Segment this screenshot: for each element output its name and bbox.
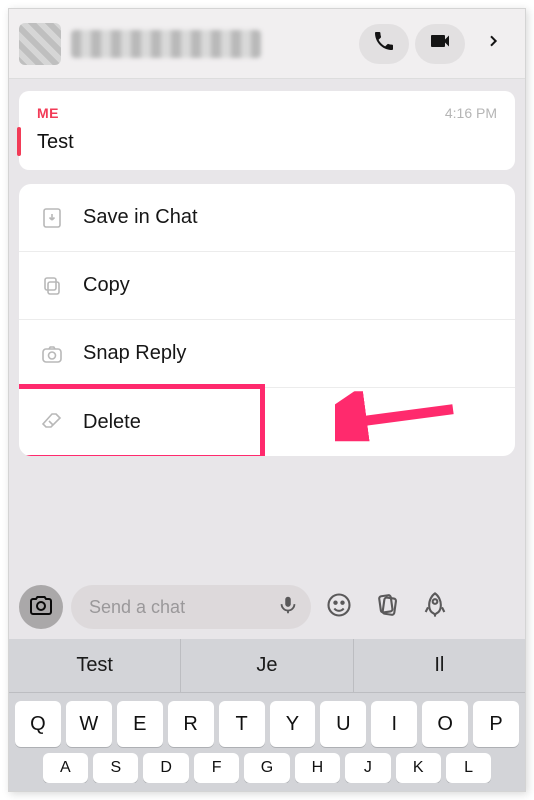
- input-placeholder: Send a chat: [89, 597, 277, 618]
- key-row: Q W E R T Y U I O P: [15, 701, 519, 747]
- sender-label: ME: [37, 105, 59, 121]
- video-call-button[interactable]: [415, 24, 465, 64]
- eraser-icon: [39, 409, 65, 435]
- camera-icon: [39, 341, 65, 367]
- delete-item[interactable]: Delete: [19, 388, 515, 456]
- key[interactable]: U: [320, 701, 366, 747]
- suggestion-row: Test Je Il: [9, 639, 525, 693]
- key[interactable]: F: [194, 753, 239, 783]
- suggestion[interactable]: Je: [181, 639, 353, 692]
- key[interactable]: O: [422, 701, 468, 747]
- cards-icon: [373, 591, 401, 624]
- save-icon: [39, 205, 65, 231]
- message-text: Test: [37, 131, 497, 154]
- key[interactable]: T: [219, 701, 265, 747]
- chevron-right-icon: [485, 33, 501, 54]
- audio-call-button[interactable]: [359, 24, 409, 64]
- smiley-icon: [325, 591, 353, 624]
- key-row: A S D F G H J K L: [15, 753, 519, 783]
- snap-reply-item[interactable]: Snap Reply: [19, 320, 515, 388]
- key[interactable]: J: [345, 753, 390, 783]
- key[interactable]: H: [295, 753, 340, 783]
- on-screen-keyboard: Test Je Il Q W E R T Y U I O P A S D: [9, 639, 525, 791]
- key[interactable]: R: [168, 701, 214, 747]
- key[interactable]: W: [66, 701, 112, 747]
- mic-icon[interactable]: [277, 594, 299, 621]
- contact-name[interactable]: [71, 30, 353, 58]
- copy-icon: [39, 273, 65, 299]
- message-context-menu: Save in Chat Copy Snap Reply Delete: [19, 184, 515, 456]
- gallery-button[interactable]: [367, 587, 407, 627]
- message-timestamp: 4:16 PM: [445, 105, 497, 121]
- chat-header: [9, 9, 525, 79]
- avatar[interactable]: [19, 23, 61, 65]
- sender-accent-bar: [17, 127, 21, 156]
- message-bubble[interactable]: ME 4:16 PM Test: [19, 91, 515, 170]
- key[interactable]: P: [473, 701, 519, 747]
- key[interactable]: L: [446, 753, 491, 783]
- tutorial-arrow: [335, 391, 455, 447]
- menu-item-label: Delete: [83, 411, 141, 434]
- suggestion[interactable]: Il: [354, 639, 525, 692]
- rocket-icon: [421, 591, 449, 624]
- key[interactable]: I: [371, 701, 417, 747]
- key[interactable]: K: [396, 753, 441, 783]
- camera-button[interactable]: [19, 585, 63, 629]
- key[interactable]: S: [93, 753, 138, 783]
- key[interactable]: G: [244, 753, 289, 783]
- save-in-chat-item[interactable]: Save in Chat: [19, 184, 515, 252]
- suggestion[interactable]: Test: [9, 639, 181, 692]
- chat-input[interactable]: Send a chat: [71, 585, 311, 629]
- camera-icon: [29, 593, 53, 622]
- copy-item[interactable]: Copy: [19, 252, 515, 320]
- menu-item-label: Save in Chat: [83, 206, 198, 229]
- key[interactable]: E: [117, 701, 163, 747]
- menu-item-label: Copy: [83, 274, 130, 297]
- emoji-button[interactable]: [319, 587, 359, 627]
- menu-item-label: Snap Reply: [83, 342, 186, 365]
- chat-input-bar: Send a chat: [9, 575, 525, 639]
- key[interactable]: Y: [270, 701, 316, 747]
- key[interactable]: D: [143, 753, 188, 783]
- phone-icon: [372, 29, 396, 58]
- key[interactable]: A: [43, 753, 88, 783]
- key[interactable]: Q: [15, 701, 61, 747]
- rocket-button[interactable]: [415, 587, 455, 627]
- chat-details-button[interactable]: [471, 24, 515, 64]
- video-icon: [428, 29, 452, 58]
